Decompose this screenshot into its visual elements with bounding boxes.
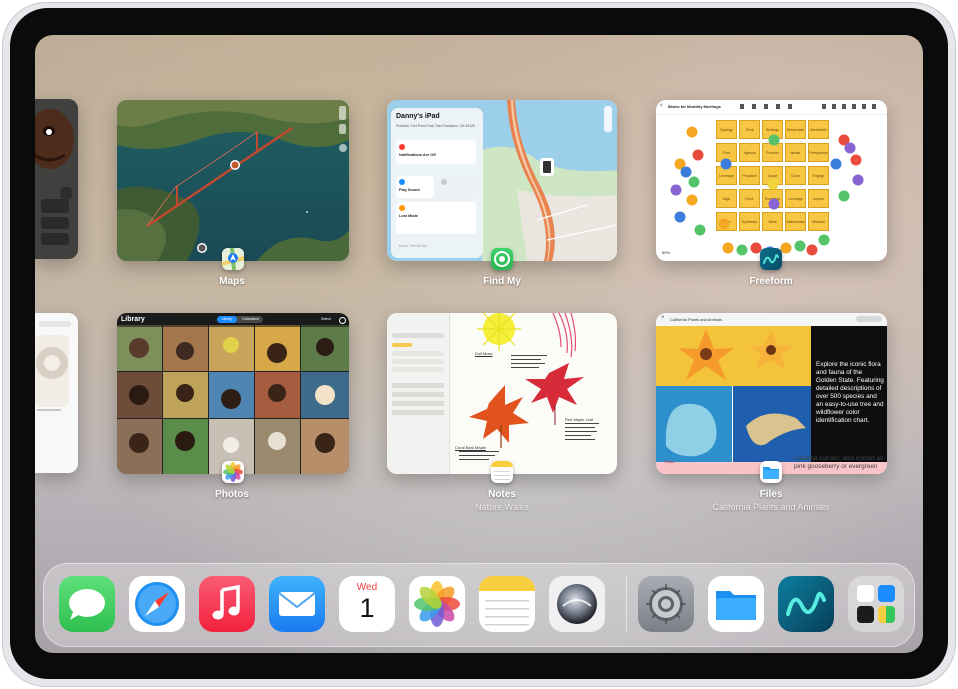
findmy-device-name: Danny's iPad <box>396 113 440 120</box>
photos-label: Photos <box>215 489 249 500</box>
files-window[interactable]: × California Plants and Animals Explore … <box>656 313 887 474</box>
maps-satellite-view <box>117 100 349 261</box>
findmy-notifications-row[interactable]: Notifications Are Off <box>396 140 476 164</box>
siri-icon[interactable] <box>549 576 605 632</box>
findmy-play-sound-tile[interactable]: Play Sound <box>396 176 434 198</box>
settings-thumbnail <box>35 313 78 473</box>
findmy-label: Find My <box>483 276 521 287</box>
notes-label: Notes <box>488 489 516 500</box>
photos-icon[interactable] <box>409 576 465 632</box>
freeform-label: Freeform <box>749 276 793 287</box>
findmy-erase-label[interactable]: Erase This Device <box>399 244 427 248</box>
files-icon[interactable] <box>708 576 764 632</box>
mail-icon[interactable] <box>269 576 325 632</box>
freeform-zoom[interactable]: 89% <box>662 250 670 255</box>
findmy-notifications-label: Notifications Are Off <box>399 153 436 157</box>
tab-collections[interactable]: Collections <box>238 316 263 323</box>
dock-separator <box>626 577 627 631</box>
directions-icon <box>441 179 447 185</box>
files-doc-header: × California Plants and Animals <box>656 313 887 326</box>
maps-label: Maps <box>219 276 245 287</box>
close-icon[interactable]: × <box>661 315 665 321</box>
notes-window[interactable]: Dull Moss Coral Bark Maple Red Maple Lea… <box>387 313 617 474</box>
app-library-mail-icon <box>878 585 895 602</box>
partial-window-left-top[interactable] <box>35 99 78 259</box>
files-subtitle: California Plants and Animals <box>712 502 830 512</box>
app-library-stocks-icon <box>857 606 874 623</box>
findmy-panel: Danny's iPad Presidio, Fort Point Trail,… <box>391 108 483 258</box>
files-photo-caption: Photo <box>664 459 675 464</box>
notes-note-1: Dull Moss <box>475 351 493 356</box>
settings-icon[interactable] <box>638 576 694 632</box>
freeform-app-icon[interactable] <box>760 248 782 270</box>
findmy-directions-tile[interactable] <box>438 176 476 198</box>
safari-icon[interactable] <box>129 576 185 632</box>
bell-icon <box>399 144 405 150</box>
findmy-address: Presidio, Fort Point Trail, San Francisc… <box>396 124 475 128</box>
notes-subtitle: Nature Walks <box>475 502 529 512</box>
dock: Wed 1 <box>43 563 915 647</box>
photos-app-icon[interactable] <box>222 461 244 483</box>
findmy-lost-mode-label: Lost Mode <box>399 214 418 218</box>
findmy-play-sound-label: Play Sound <box>399 188 420 192</box>
photos-select-button[interactable]: Select <box>321 317 331 321</box>
memoji-thumbnail <box>35 99 78 259</box>
maps-window[interactable] <box>117 100 349 261</box>
app-library-icon[interactable] <box>848 576 904 632</box>
maps-app-icon[interactable] <box>222 248 244 270</box>
files-label: Files <box>759 489 783 500</box>
photos-library-grid <box>117 325 349 474</box>
music-icon[interactable] <box>199 576 255 632</box>
files-app-icon[interactable] <box>760 461 782 483</box>
files-doc-title: California Plants and Animals <box>670 317 723 322</box>
calendar-day: Wed <box>356 582 378 593</box>
freeform-dots <box>670 126 864 258</box>
notes-note-2: Coral Bark Maple <box>455 445 486 450</box>
findmy-app-icon[interactable] <box>491 248 513 270</box>
files-description: Explore the iconic flora and fauna of th… <box>816 361 884 424</box>
partial-window-left-bottom[interactable] <box>35 313 78 473</box>
calendar-icon[interactable]: Wed 1 <box>339 576 395 632</box>
findmy-lost-mode-row[interactable]: Lost Mode <box>396 202 476 234</box>
search-icon[interactable] <box>339 317 346 324</box>
freeform-window[interactable]: ‹ Bistro for Monthly Meetings Synergy Thi… <box>656 100 887 261</box>
findmy-window[interactable]: Danny's iPad Presidio, Fort Point Trail,… <box>387 100 617 261</box>
files-lower-text: Catalina currant, also known as pink goo… <box>794 455 884 470</box>
lock-icon <box>399 205 405 211</box>
notes-icon[interactable] <box>479 576 535 632</box>
app-library-mini-icons <box>878 606 895 623</box>
app-library-home-icon <box>857 585 874 602</box>
notes-sidebar <box>387 313 450 474</box>
photos-library-title: Library <box>121 316 145 323</box>
speaker-icon <box>399 179 405 185</box>
app-switcher-screen: Maps Danny's iPad Presidio, Fort Point T… <box>35 35 923 653</box>
notes-app-icon[interactable] <box>491 461 513 483</box>
freeform-icon[interactable] <box>778 576 834 632</box>
calendar-date: 1 <box>359 593 375 623</box>
photos-segmented-control[interactable]: Library Collections <box>217 316 263 323</box>
photos-window[interactable]: Library Library Collections Select <box>117 313 349 474</box>
tab-library[interactable]: Library <box>217 316 237 323</box>
messages-icon[interactable] <box>59 576 115 632</box>
notes-note-3: Red Maple Leaf <box>565 417 594 422</box>
files-toolbar-icons[interactable] <box>856 316 882 322</box>
